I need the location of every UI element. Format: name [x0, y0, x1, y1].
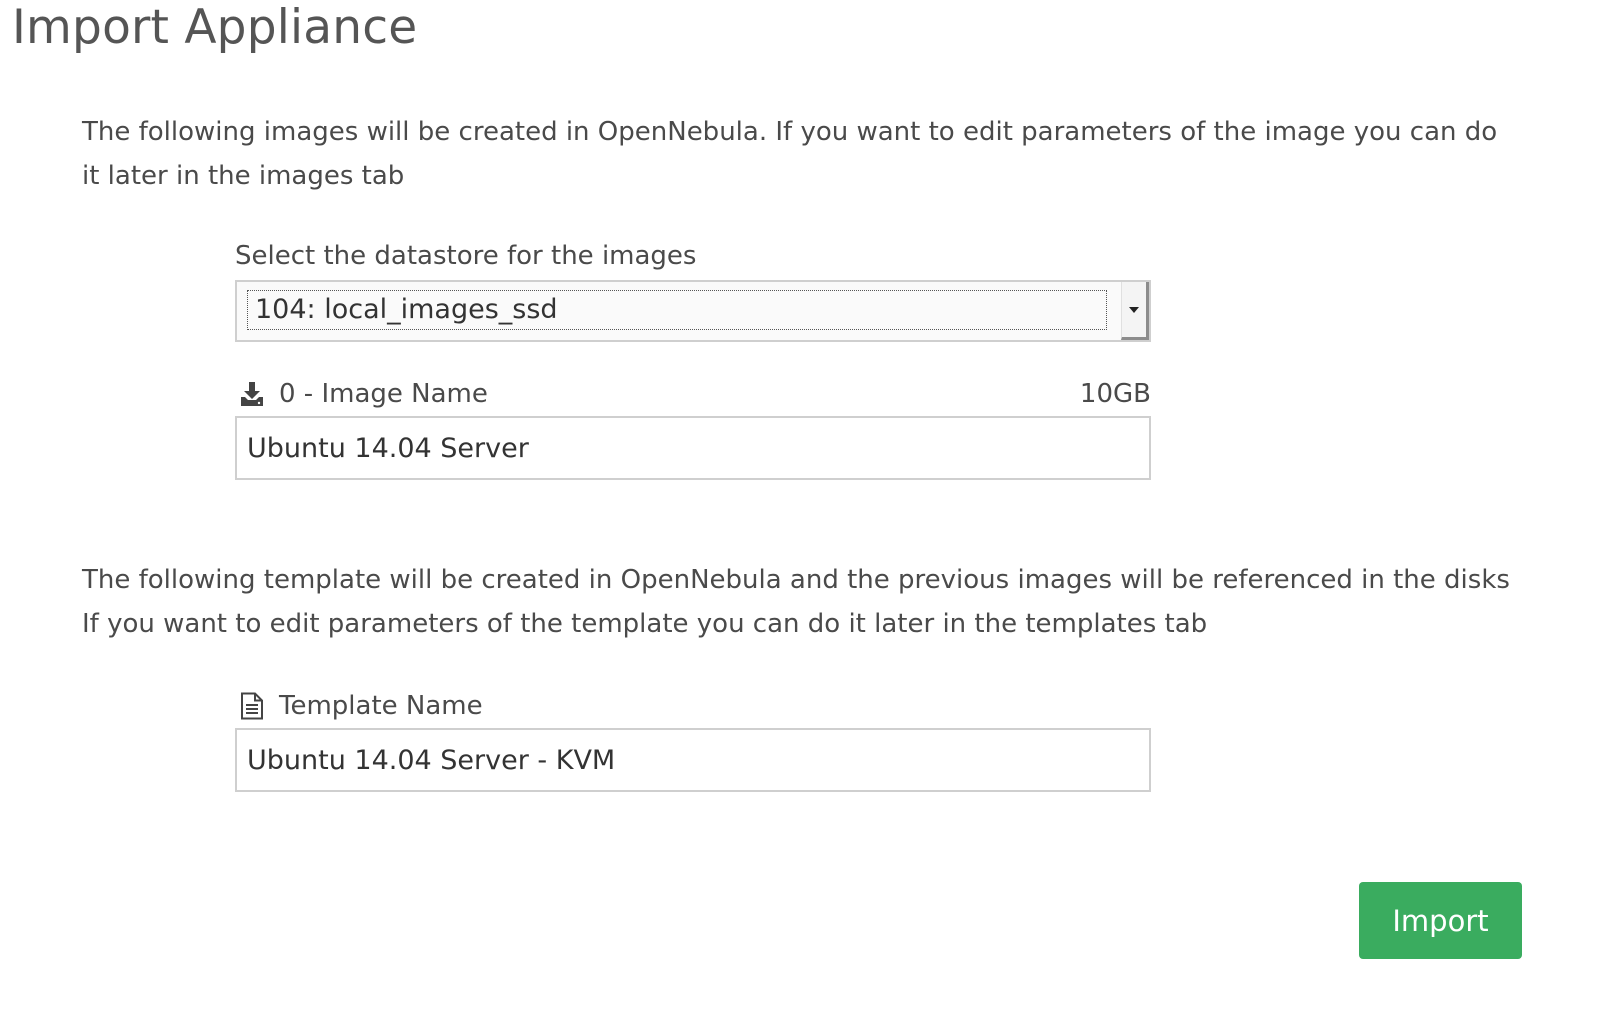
template-description-line2: If you want to edit parameters of the te… [82, 609, 1208, 639]
dropdown-arrow-icon[interactable] [1121, 282, 1149, 340]
template-name-input[interactable] [235, 728, 1151, 792]
import-button[interactable]: Import [1359, 882, 1522, 959]
template-description: The following template will be created i… [82, 558, 1522, 646]
template-label-row: Template Name [235, 688, 1151, 724]
datastore-field: Select the datastore for the images 104:… [235, 238, 1151, 342]
image-name-input[interactable] [235, 416, 1151, 480]
import-appliance-page: Import Appliance The following images wi… [0, 0, 1598, 1030]
template-description-line1: The following template will be created i… [82, 565, 1510, 595]
download-icon [237, 379, 267, 409]
datastore-label-row: Select the datastore for the images [235, 238, 1151, 274]
image-name-field: 0 - Image Name 10GB [235, 376, 1151, 480]
document-icon [237, 691, 267, 721]
template-name-label: Template Name [279, 691, 483, 721]
page-title: Import Appliance [12, 0, 418, 55]
image-label-row: 0 - Image Name 10GB [235, 376, 1151, 412]
images-description: The following images will be created in … [82, 117, 1498, 191]
datastore-selected-value[interactable]: 104: local_images_ssd [247, 290, 1107, 330]
datastore-select[interactable]: 104: local_images_ssd [235, 280, 1151, 342]
template-name-field: Template Name [235, 688, 1151, 792]
image-name-label: 0 - Image Name [279, 379, 488, 409]
datastore-label: Select the datastore for the images [235, 241, 697, 271]
image-size: 10GB [1079, 379, 1151, 409]
